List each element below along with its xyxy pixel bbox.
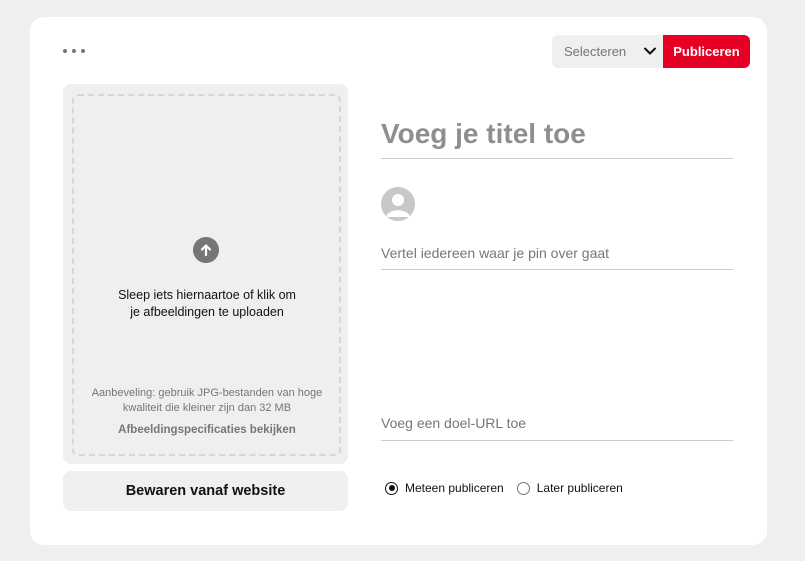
description-input[interactable]: Vertel iedereen waar je pin over gaat [381, 243, 733, 270]
pin-builder-card: Selecteren Publiceren Sleep iets hiernaa… [30, 17, 767, 545]
radio-label: Meteen publiceren [405, 481, 504, 495]
radio-publish-now[interactable]: Meteen publiceren [385, 481, 504, 495]
recommendation-line: kwaliteit die kleiner zijn dan 32 MB [122, 402, 292, 414]
radio-button[interactable] [516, 481, 530, 495]
radio-label: Later publiceren [536, 481, 623, 495]
destination-url-input[interactable]: Voeg een doel-URL toe [381, 413, 733, 441]
radio-publish-later[interactable]: Later publiceren [516, 481, 623, 495]
title-input[interactable]: Voeg je titel toe [381, 113, 733, 159]
ellipsis-dot [81, 49, 85, 53]
more-options-button[interactable] [63, 45, 85, 57]
upload-instruction-line: Sleep iets hiernaartoe of klik om [118, 288, 296, 302]
upload-recommendation: Aanbeveling: gebruik JPG-bestanden van h… [84, 386, 330, 416]
save-from-website-button[interactable]: Bewaren vanaf website [63, 471, 348, 511]
board-select-dropdown[interactable]: Selecteren [552, 35, 663, 68]
upload-instruction-line: je afbeeldingen te uploaden [130, 305, 284, 319]
ellipsis-icon [63, 49, 67, 53]
chevron-down-icon [644, 47, 656, 55]
image-upload-panel: Sleep iets hiernaartoe of klik om je afb… [63, 84, 348, 464]
ellipsis-dot [72, 49, 76, 53]
upload-instructions: Sleep iets hiernaartoe of klik om je afb… [94, 287, 320, 321]
image-specs-link[interactable]: Afbeeldingspecificaties bekijken [84, 424, 330, 436]
publish-timing-options: Meteen publiceren Later publiceren [385, 481, 636, 495]
arrow-up-circle-icon [193, 237, 219, 263]
user-avatar-icon [381, 187, 415, 221]
radio-button-checked[interactable] [385, 481, 398, 495]
image-dropzone[interactable]: Sleep iets hiernaartoe of klik om je afb… [72, 94, 341, 456]
recommendation-line: Aanbeveling: gebruik JPG-bestanden van h… [91, 387, 323, 399]
publish-button[interactable]: Publiceren [663, 35, 750, 68]
board-select-value: Selecteren [564, 44, 627, 59]
